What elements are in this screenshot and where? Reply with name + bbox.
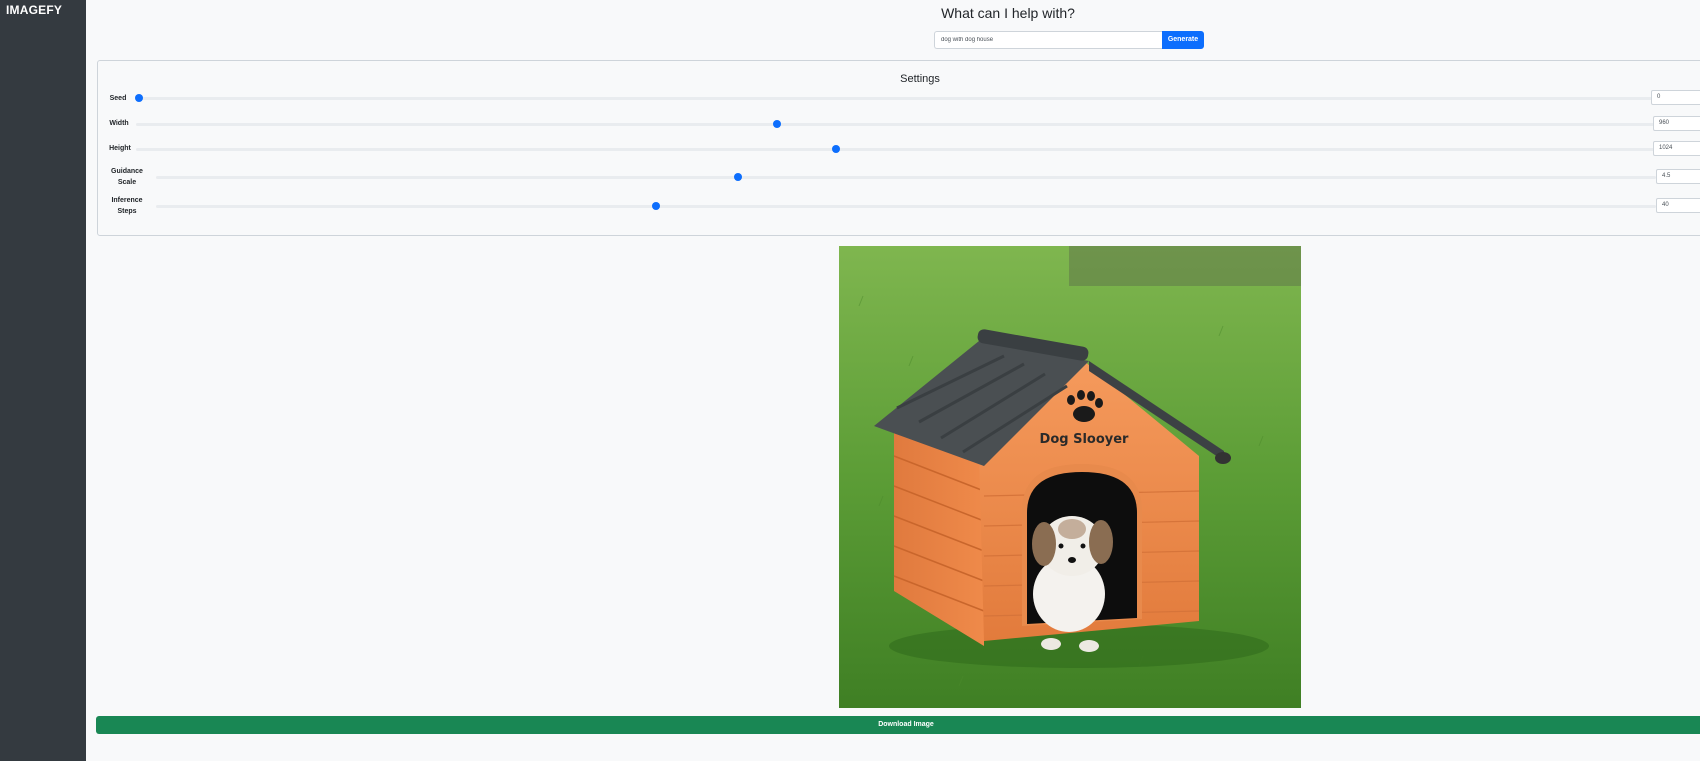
- dog-house-sign: Dog Slooyer: [1040, 432, 1130, 447]
- inference-steps-input[interactable]: 40: [1656, 198, 1700, 213]
- sidebar: IMAGEFY: [0, 0, 86, 761]
- settings-title: Settings: [900, 73, 940, 85]
- seed-input[interactable]: 0: [1651, 90, 1700, 105]
- seed-slider-track[interactable]: [136, 97, 1685, 100]
- guidance-scale-slider-thumb[interactable]: [734, 173, 742, 181]
- prompt-input[interactable]: [934, 31, 1162, 49]
- main-content: What can I help with? Generate Settings …: [86, 0, 1700, 761]
- generated-image: Dog Slooyer: [839, 246, 1301, 708]
- page-title: What can I help with?: [941, 5, 1075, 21]
- width-label: Width: [109, 120, 129, 127]
- height-input[interactable]: 1024: [1653, 141, 1700, 156]
- inference-steps-slider-track[interactable]: [156, 205, 1656, 208]
- height-label: Height: [109, 145, 131, 152]
- guidance-scale-slider-track[interactable]: [156, 176, 1656, 179]
- guidance-scale-label: Guidance Scale: [111, 168, 143, 186]
- generate-button[interactable]: Generate: [1162, 31, 1204, 49]
- guidance-scale-input[interactable]: 4.5: [1656, 169, 1700, 184]
- width-slider-track[interactable]: [136, 123, 1685, 126]
- width-slider-thumb[interactable]: [773, 120, 781, 128]
- seed-label: Seed: [109, 95, 127, 102]
- inference-steps-label: Inference Steps: [111, 197, 143, 215]
- height-slider-thumb[interactable]: [832, 145, 840, 153]
- height-slider-track[interactable]: [136, 148, 1685, 151]
- settings-card: Settings Seed 0 Width 960 Height 1024 Gu…: [97, 60, 1700, 236]
- prompt-form: Generate: [934, 31, 1204, 49]
- download-image-button[interactable]: Download Image: [96, 716, 1700, 734]
- width-input[interactable]: 960: [1653, 116, 1700, 131]
- seed-slider-thumb[interactable]: [135, 94, 143, 102]
- inference-steps-slider-thumb[interactable]: [652, 202, 660, 210]
- dog-house-image: Dog Slooyer: [839, 246, 1301, 708]
- brand-logo[interactable]: IMAGEFY: [6, 3, 62, 17]
